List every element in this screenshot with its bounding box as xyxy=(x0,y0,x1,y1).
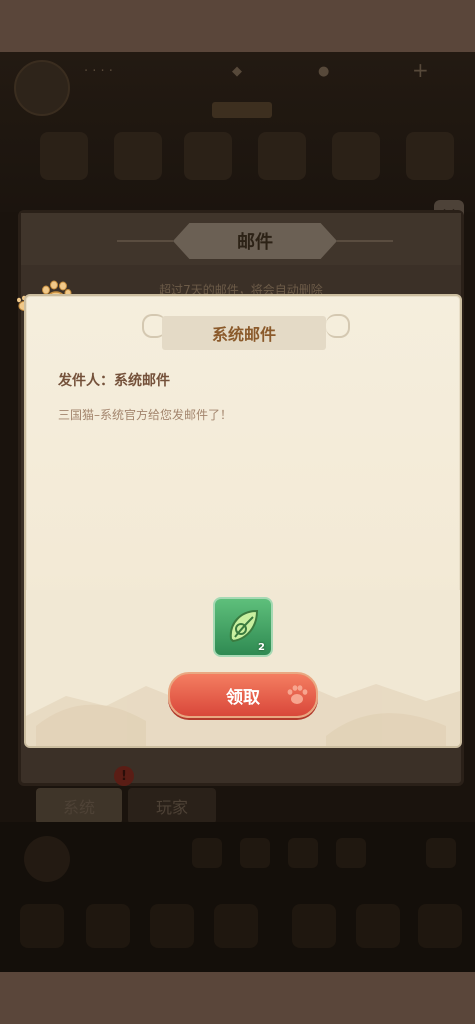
bottom-hud-icon xyxy=(336,838,366,868)
nav-icon xyxy=(418,904,462,948)
game-screen: · · · · ◆ ● + ✕ 邮件 超过7天的邮件，将会自动删除 系统 玩家 … xyxy=(0,52,475,972)
mail-window-header: 邮件 xyxy=(21,213,461,265)
hud-feature-icon xyxy=(406,132,454,180)
nav-icon xyxy=(150,904,194,948)
title-scroll-ornament-right xyxy=(326,314,350,338)
title-ornament-left xyxy=(117,240,173,242)
nav-icon xyxy=(86,904,130,948)
coin-counter: ● xyxy=(318,64,330,79)
hud-feature-icon xyxy=(40,132,88,180)
bottom-hud-icon xyxy=(192,838,222,868)
hud-badge xyxy=(212,102,272,118)
gem-counter: ◆ xyxy=(232,64,242,79)
hud-feature-icon xyxy=(184,132,232,180)
tab-player[interactable]: 玩家 xyxy=(128,788,216,824)
bottom-system-bar xyxy=(0,972,475,1024)
bottom-hud-icon xyxy=(426,838,456,868)
bottom-hud-icon xyxy=(288,838,318,868)
hud-feature-icon xyxy=(332,132,380,180)
bottom-hud-icon xyxy=(240,838,270,868)
mail-sender: 发件人：系统邮件 xyxy=(58,373,170,389)
reward-count: 2 xyxy=(258,642,265,653)
hud-feature-icon xyxy=(258,132,306,180)
bottom-avatar xyxy=(24,836,70,882)
player-avatar xyxy=(14,60,70,116)
top-hud: · · · · ◆ ● + xyxy=(0,52,475,212)
claim-button-label: 领取 xyxy=(226,687,260,708)
nav-icon xyxy=(214,904,258,948)
mail-window-title: 邮件 xyxy=(173,223,337,259)
paw-icon xyxy=(287,685,308,704)
tab-system[interactable]: 系统 xyxy=(36,788,122,824)
nav-icon xyxy=(292,904,336,948)
claim-button[interactable]: 领取 xyxy=(168,672,318,718)
top-status-bar xyxy=(0,0,475,52)
bottom-hud xyxy=(0,822,475,972)
nav-icon xyxy=(356,904,400,948)
system-mail-dialog: 系统邮件 发件人：系统邮件 三国猫–系统官方给您发邮件了！ 2 领取 xyxy=(24,294,462,748)
reward-item[interactable]: 2 xyxy=(213,597,273,657)
dialog-title: 系统邮件 xyxy=(162,316,326,350)
title-ornament-right xyxy=(337,240,393,242)
mail-message: 三国猫–系统官方给您发邮件了！ xyxy=(58,408,233,422)
player-name: · · · · xyxy=(84,64,113,79)
alert-badge: ! xyxy=(114,766,134,786)
add-resource-icon: + xyxy=(412,58,429,82)
hud-feature-icon xyxy=(114,132,162,180)
nav-icon xyxy=(20,904,64,948)
